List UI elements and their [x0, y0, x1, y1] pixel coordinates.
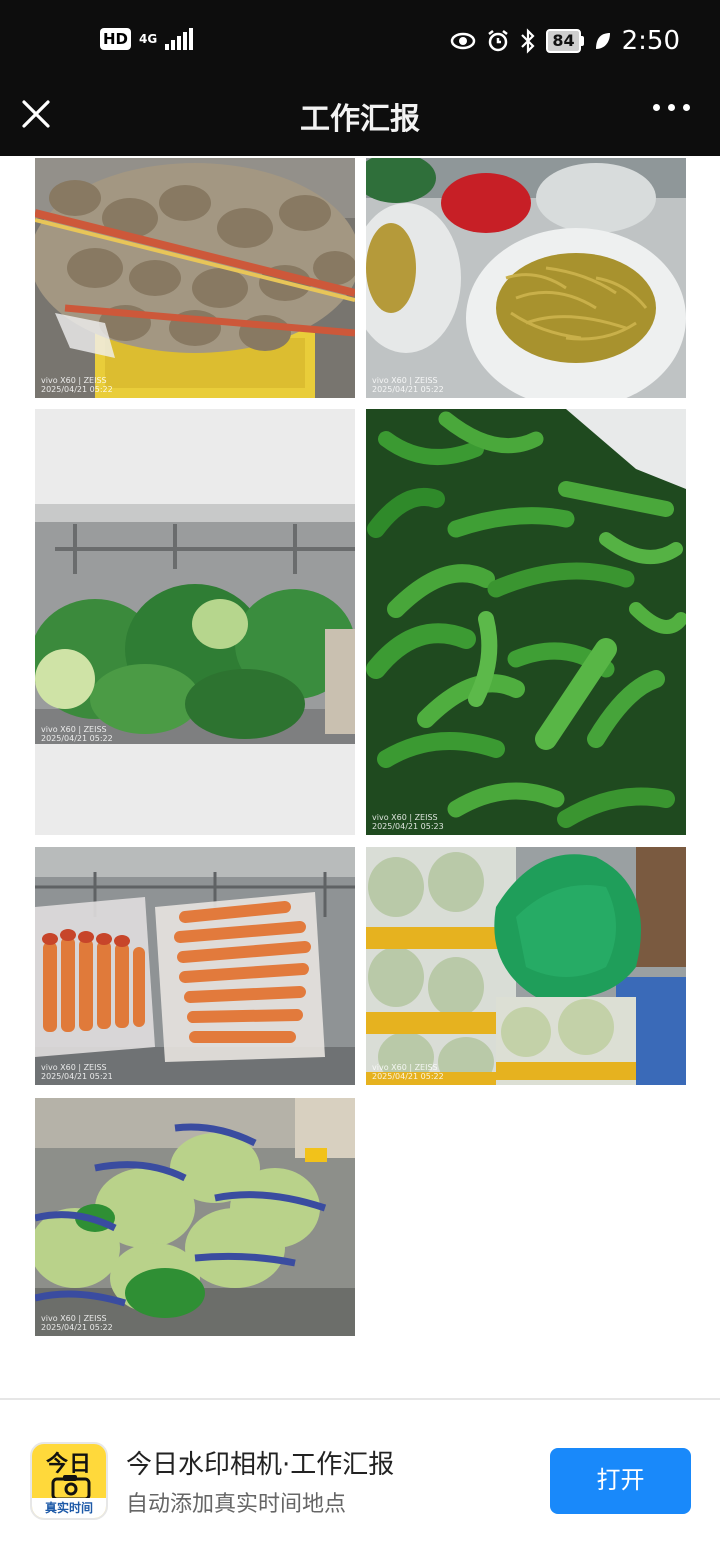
photo-watermark: vivo X60 | ZEISS 2025/04/21 05:23: [372, 813, 444, 831]
alarm-icon: [488, 30, 509, 52]
open-button[interactable]: 打开: [550, 1448, 691, 1514]
photo-watermark: vivo X60 | ZEISS 2025/04/21 05:22: [41, 1314, 113, 1332]
status-left: HD 4G: [100, 28, 194, 50]
app-title: 今日水印相机·工作汇报: [126, 1450, 395, 1480]
photo-cabbage[interactable]: vivo X60 | ZEISS 2025/04/21 05:22: [35, 409, 355, 835]
hd-badge: HD: [100, 28, 132, 50]
photo-watermark: vivo X60 | ZEISS 2025/04/21 05:22: [41, 725, 113, 743]
photo-pickled-peppers[interactable]: vivo X60 | ZEISS 2025/04/21 05:22: [366, 158, 686, 398]
battery-level: 84: [546, 29, 581, 53]
page-title: 工作汇报: [300, 102, 420, 137]
bluetooth-icon: [521, 28, 535, 54]
camera-icon: [51, 1475, 91, 1500]
status-bar: HD 4G 84 2:50: [0, 0, 720, 82]
photo-carrots[interactable]: vivo X60 | ZEISS 2025/04/21 05:21: [35, 847, 355, 1085]
network-type: 4G: [139, 32, 158, 46]
photo-napa-cabbage[interactable]: vivo X60 | ZEISS 2025/04/21 05:22: [366, 847, 686, 1085]
photo-watermark: vivo X60 | ZEISS 2025/04/21 05:22: [372, 376, 444, 394]
photo-gallery: vivo X60 | ZEISS 2025/04/21 05:22 vivo X6…: [0, 156, 720, 1398]
leaf-icon: [595, 33, 610, 49]
status-right: 84 2:50: [450, 26, 680, 56]
app-icon[interactable]: 今日 真实时间: [30, 1442, 108, 1520]
photo-watermark: vivo X60 | ZEISS 2025/04/21 05:22: [372, 1063, 444, 1081]
app-icon-bottom-text: 真实时间: [32, 1498, 106, 1518]
photo-watermark: vivo X60 | ZEISS 2025/04/21 05:22: [41, 376, 113, 394]
signal-icon: [165, 28, 194, 50]
photo-watermark: vivo X60 | ZEISS 2025/04/21 05:21: [41, 1063, 113, 1081]
clock: 2:50: [621, 26, 680, 56]
photo-green-peppers[interactable]: vivo X60 | ZEISS 2025/04/21 05:23: [366, 409, 686, 835]
app-promo-banner: 今日 真实时间 今日水印相机·工作汇报 自动添加真实时间地点 打开: [0, 1400, 720, 1560]
app-subtitle: 自动添加真实时间地点: [126, 1492, 347, 1517]
photo-bok-choy[interactable]: vivo X60 | ZEISS 2025/04/21 05:22: [35, 1098, 355, 1336]
nav-bar: 工作汇报: [0, 82, 720, 156]
eye-icon: [451, 32, 476, 50]
photo-potatoes[interactable]: vivo X60 | ZEISS 2025/04/21 05:22: [35, 158, 355, 398]
more-icon[interactable]: [653, 104, 690, 111]
battery-indicator: 84: [546, 29, 584, 53]
